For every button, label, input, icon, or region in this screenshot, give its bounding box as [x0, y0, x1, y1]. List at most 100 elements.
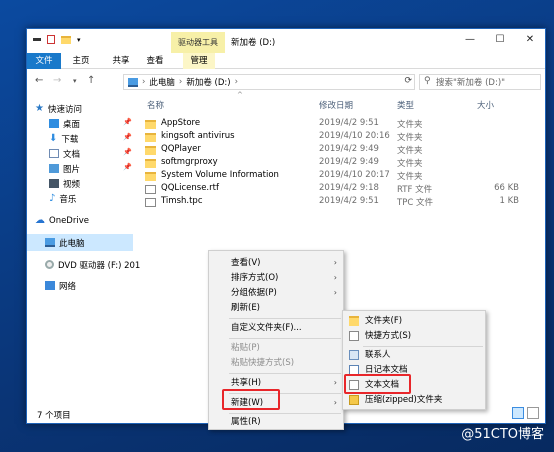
file-date: 2019/4/10 20:16: [319, 131, 390, 141]
submenu-item-contact[interactable]: 联系人: [343, 347, 485, 363]
table-row[interactable]: kingsoft antivirus 2019/4/10 20:16 文件夹: [145, 131, 527, 144]
window-menu-icon[interactable]: [33, 38, 41, 41]
star-icon: ★: [35, 103, 44, 114]
tab-file[interactable]: 文件: [27, 53, 61, 69]
submenu-item-zip[interactable]: 压缩(zipped)文件夹: [343, 392, 485, 408]
tab-home[interactable]: 主页: [71, 53, 91, 69]
table-row[interactable]: softmgrproxy 2019/4/2 9:49 文件夹: [145, 157, 527, 170]
header-type[interactable]: 类型: [397, 99, 414, 111]
table-row[interactable]: System Volume Information 2019/4/10 20:1…: [145, 170, 527, 183]
nav-this-pc[interactable]: 此电脑: [27, 234, 133, 251]
customize-toolbar-icon[interactable]: ▾: [77, 36, 81, 44]
nav-label: 视频: [63, 179, 81, 190]
forward-arrow-icon[interactable]: →: [53, 75, 61, 86]
table-row[interactable]: QQLicense.rtf 2019/4/2 9:18 RTF 文件 66 KB: [145, 183, 527, 196]
menu-label: 查看(V): [231, 258, 261, 268]
menu-label: 刷新(E): [231, 303, 261, 313]
file-date: 2019/4/2 9:18: [319, 183, 379, 193]
file-name: AppStore: [161, 118, 201, 128]
file-date: 2019/4/2 9:49: [319, 144, 379, 154]
nav-label: 音乐: [59, 194, 77, 205]
header-date[interactable]: 修改日期: [319, 99, 353, 111]
menu-item-properties[interactable]: 属性(R): [209, 414, 343, 430]
table-row[interactable]: QQPlayer 2019/4/2 9:49 文件夹: [145, 144, 527, 157]
nav-quick-access[interactable]: ★ 快速访问: [35, 101, 82, 116]
pin-icon: 📌: [123, 118, 132, 126]
tab-manage[interactable]: 管理: [183, 53, 215, 69]
menu-item-paste-shortcut[interactable]: 粘贴快捷方式(S): [209, 355, 343, 371]
nav-onedrive[interactable]: ☁ OneDrive: [35, 213, 89, 228]
header-name[interactable]: 名称: [147, 99, 164, 111]
desktop-icon: [49, 119, 59, 128]
file-type: 文件夹: [397, 133, 423, 143]
menu-item-customize-folder[interactable]: 自定义文件夹(F)...: [209, 320, 343, 336]
contact-icon: [349, 350, 359, 360]
nav-label: OneDrive: [49, 215, 89, 226]
file-name: QQLicense.rtf: [161, 183, 219, 193]
menu-item-view[interactable]: 查看(V) ›: [209, 255, 343, 271]
dvd-icon: [45, 260, 54, 269]
video-icon: [49, 179, 59, 188]
download-arrow-icon: ⬇: [49, 133, 58, 144]
table-row[interactable]: AppStore 2019/4/2 9:51 文件夹: [145, 118, 527, 131]
breadcrumb-drive-d[interactable]: 新加卷 (D:): [186, 76, 230, 88]
tab-share[interactable]: 共享: [111, 53, 131, 69]
menu-label: 分组依据(P): [231, 288, 277, 298]
close-button[interactable]: ✕: [515, 29, 545, 49]
nav-desktop[interactable]: 桌面: [49, 116, 80, 131]
header-size[interactable]: 大小: [477, 99, 494, 111]
nav-videos[interactable]: 视频: [49, 176, 80, 191]
breadcrumb-this-pc[interactable]: 此电脑: [149, 76, 175, 88]
back-arrow-icon[interactable]: ←: [35, 75, 43, 86]
crumb-separator-icon: ›: [142, 77, 146, 87]
file-date: 2019/4/2 9:51: [319, 196, 379, 206]
minimize-button[interactable]: —: [455, 29, 485, 49]
up-arrow-icon[interactable]: ↑: [87, 75, 95, 86]
folder-icon: [145, 146, 156, 155]
file-type: 文件夹: [397, 120, 423, 130]
search-placeholder: 搜索"新加卷 (D:)": [436, 78, 506, 88]
network-icon: [45, 281, 55, 290]
submenu-item-shortcut[interactable]: 快捷方式(S): [343, 328, 485, 344]
menu-label: 属性(R): [231, 417, 261, 427]
highlight-new: [222, 389, 280, 410]
address-bar[interactable]: › 此电脑 › 新加卷 (D:) › ⟳: [123, 74, 415, 90]
search-icon: ⚲: [424, 76, 431, 86]
recent-chevron-icon[interactable]: ▾: [73, 77, 77, 85]
item-count: 7 个项目: [37, 411, 71, 421]
file-date: 2019/4/10 20:17: [319, 170, 390, 180]
nav-label: 桌面: [63, 119, 81, 130]
search-box[interactable]: ⚲ 搜索"新加卷 (D:)": [419, 74, 541, 90]
navigation-pane: ★ 快速访问 桌面 📌 ⬇ 下载 📌 文档 📌 图片 📌 视频 ♪ 音乐 ☁ O…: [27, 97, 140, 405]
nav-pictures[interactable]: 图片: [49, 161, 80, 176]
highlight-text-document: [344, 374, 411, 394]
tab-view[interactable]: 查看: [145, 53, 165, 69]
file-type: RTF 文件: [397, 185, 433, 195]
properties-icon[interactable]: [47, 35, 55, 44]
menu-label: 排序方式(O): [231, 273, 279, 283]
nav-dvd-drive[interactable]: DVD 驱动器 (F:) 201: [45, 257, 140, 272]
details-view-icon[interactable]: [512, 407, 524, 419]
refresh-icon[interactable]: ⟳: [404, 76, 412, 86]
menu-item-refresh[interactable]: 刷新(E): [209, 300, 343, 316]
zip-folder-icon: [349, 395, 359, 405]
menu-label: 粘贴(P): [231, 343, 260, 353]
menu-item-sort[interactable]: 排序方式(O) ›: [209, 270, 343, 286]
large-icons-view-icon[interactable]: [527, 407, 539, 419]
maximize-button[interactable]: ☐: [485, 29, 515, 49]
nav-network[interactable]: 网络: [45, 278, 76, 293]
menu-divider: [229, 373, 341, 374]
menu-item-paste[interactable]: 粘贴(P): [209, 340, 343, 356]
menu-item-group[interactable]: 分组依据(P) ›: [209, 285, 343, 301]
watermark: @51CTO博客: [461, 427, 544, 442]
submenu-label: 联系人: [365, 350, 391, 360]
nav-music[interactable]: ♪ 音乐: [49, 191, 76, 206]
submenu-arrow-icon: ›: [333, 378, 337, 387]
nav-downloads[interactable]: ⬇ 下载: [49, 131, 78, 146]
submenu-arrow-icon: ›: [333, 258, 337, 267]
submenu-item-folder[interactable]: 文件夹(F): [343, 313, 485, 329]
nav-documents[interactable]: 文档: [49, 146, 80, 161]
new-folder-icon[interactable]: [61, 35, 71, 44]
table-row[interactable]: Timsh.tpc 2019/4/2 9:51 TPC 文件 1 KB: [145, 196, 527, 209]
nav-label: 下载: [61, 134, 79, 145]
